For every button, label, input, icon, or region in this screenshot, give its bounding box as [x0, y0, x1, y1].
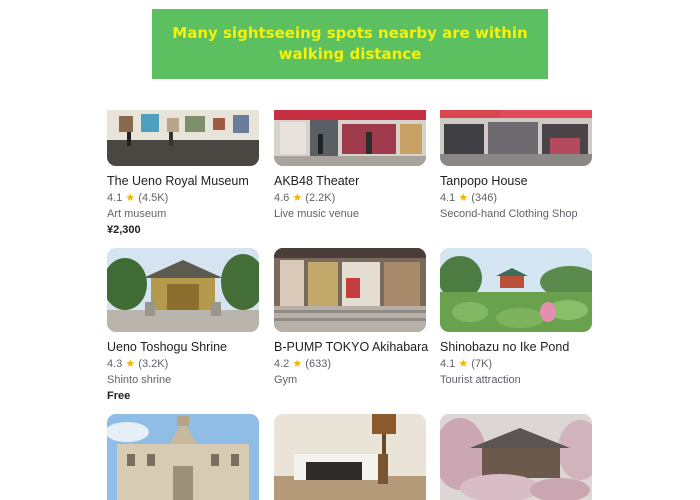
- star-icon: ★: [458, 358, 469, 370]
- review-count: (3.2K): [138, 358, 169, 370]
- place-rating: 4.3 ★ (3.2K): [107, 357, 259, 372]
- place-rating: 4.1 ★ (4.5K): [107, 191, 259, 206]
- place-photo[interactable]: [440, 110, 592, 166]
- rating-value: 4.3: [107, 358, 123, 370]
- place-price: Free: [107, 390, 131, 402]
- place-card-hotel-room[interactable]: [274, 414, 426, 500]
- place-title[interactable]: Ueno Toshogu Shrine: [107, 339, 259, 355]
- review-count: (4.5K): [138, 192, 169, 204]
- place-category: Second-hand Clothing Shop: [440, 208, 578, 220]
- place-title[interactable]: Shinobazu no Ike Pond: [440, 339, 592, 355]
- rating-value: 4.1: [440, 358, 456, 370]
- place-card-akb48-theater[interactable]: AKB48 Theater 4.6 ★ (2.2K) Live music ve…: [274, 110, 426, 222]
- place-card-building[interactable]: [107, 414, 259, 500]
- place-rating: 4.1 ★ (7K): [440, 357, 592, 372]
- place-photo[interactable]: [107, 110, 259, 166]
- place-card-ueno-royal-museum[interactable]: The Ueno Royal Museum 4.1 ★ (4.5K) Art m…: [107, 110, 259, 238]
- rating-value: 4.1: [107, 192, 123, 204]
- place-rating: 4.6 ★ (2.2K): [274, 191, 426, 206]
- star-icon: ★: [292, 192, 303, 204]
- place-photo[interactable]: [107, 248, 259, 332]
- star-icon: ★: [125, 358, 136, 370]
- rating-value: 4.2: [274, 358, 290, 370]
- place-rating: 4.2 ★ (633): [274, 357, 426, 372]
- star-icon: ★: [125, 192, 136, 204]
- places-grid: The Ueno Royal Museum 4.1 ★ (4.5K) Art m…: [107, 0, 597, 500]
- review-count: (7K): [471, 358, 493, 370]
- review-count: (633): [305, 358, 331, 370]
- place-card-tanpopo-house[interactable]: Tanpopo House 4.1 ★ (346) Second-hand Cl…: [440, 110, 592, 222]
- review-count: (346): [471, 192, 497, 204]
- place-photo[interactable]: [440, 414, 592, 500]
- rating-value: 4.6: [274, 192, 290, 204]
- place-category: Tourist attraction: [440, 374, 521, 386]
- place-title[interactable]: The Ueno Royal Museum: [107, 173, 259, 189]
- place-category: Shinto shrine: [107, 374, 172, 386]
- place-photo[interactable]: [440, 248, 592, 332]
- place-title[interactable]: B-PUMP TOKYO Akihabara: [274, 339, 428, 355]
- place-photo[interactable]: [107, 414, 259, 500]
- place-photo[interactable]: [274, 110, 426, 166]
- place-card-shinobazu-pond[interactable]: Shinobazu no Ike Pond 4.1 ★ (7K) Tourist…: [440, 248, 592, 388]
- place-category: Live music venue: [274, 208, 359, 220]
- star-icon: ★: [458, 192, 469, 204]
- place-card-ueno-toshogu-shrine[interactable]: Ueno Toshogu Shrine 4.3 ★ (3.2K) Shinto …: [107, 248, 259, 404]
- place-rating: 4.1 ★ (346): [440, 191, 592, 206]
- place-price: ¥2,300: [107, 224, 141, 236]
- place-title[interactable]: Tanpopo House: [440, 173, 592, 189]
- place-photo[interactable]: [274, 414, 426, 500]
- place-card-b-pump-tokyo[interactable]: B-PUMP TOKYO Akihabara 4.2 ★ (633) Gym: [274, 248, 428, 388]
- place-card-temple[interactable]: [440, 414, 592, 500]
- review-count: (2.2K): [305, 192, 336, 204]
- place-photo[interactable]: [274, 248, 426, 332]
- place-category: Art museum: [107, 208, 167, 220]
- rating-value: 4.1: [440, 192, 456, 204]
- place-category: Gym: [274, 374, 298, 386]
- star-icon: ★: [292, 358, 303, 370]
- place-title[interactable]: AKB48 Theater: [274, 173, 426, 189]
